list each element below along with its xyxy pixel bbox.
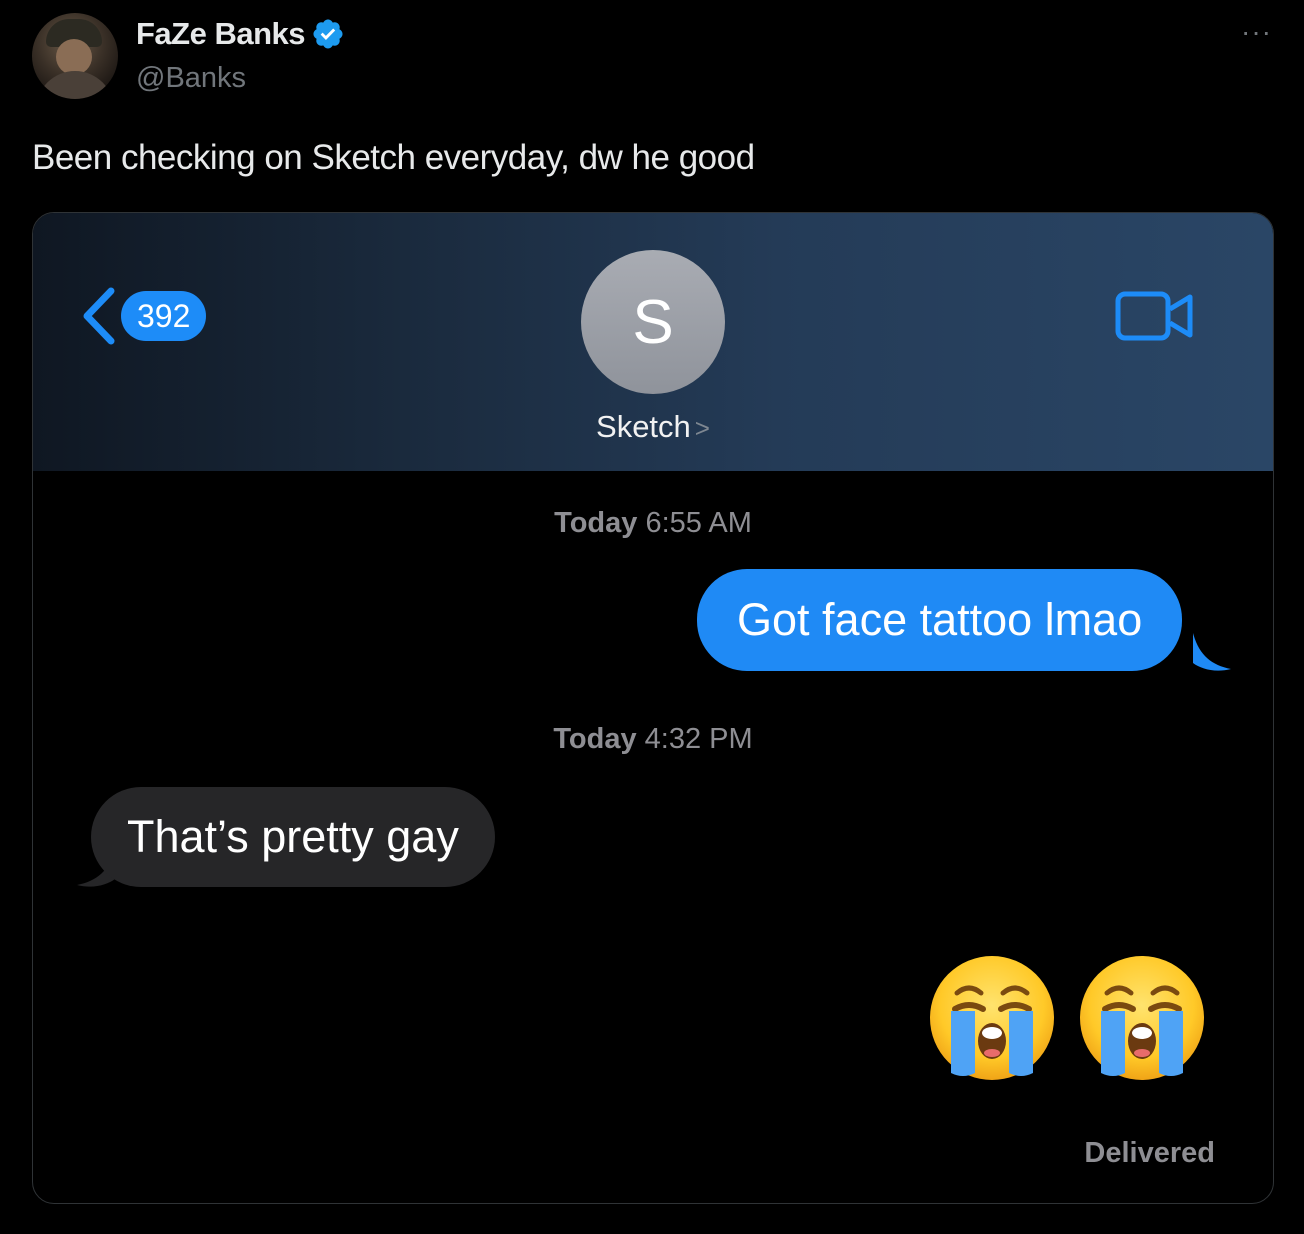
messages-header: 392 S Sketch >	[33, 213, 1273, 471]
loudly-crying-face-emoji	[1080, 956, 1204, 1080]
chevron-left-icon	[83, 287, 115, 345]
verified-badge-icon	[313, 19, 343, 49]
delivery-status: Delivered	[1084, 1137, 1215, 1169]
sent-message-bubble[interactable]: Got face tattoo lmao	[697, 569, 1183, 671]
message-timestamp: Today 4:32 PM	[33, 723, 1273, 756]
timestamp-day: Today	[553, 723, 637, 755]
back-button[interactable]: 392	[79, 285, 207, 347]
tweet-text: Been checking on Sketch everyday, dw he …	[32, 138, 755, 177]
timestamp-time: 4:32 PM	[644, 723, 753, 755]
sent-bubble-tail	[1193, 633, 1231, 671]
contact-avatar[interactable]: S	[581, 250, 725, 394]
timestamp-day: Today	[554, 507, 638, 539]
contact-name-text: Sketch	[596, 409, 691, 444]
contact-name[interactable]: Sketch >	[33, 409, 1273, 445]
more-icon[interactable]: ···	[1241, 18, 1272, 46]
display-name-text[interactable]: FaZe Banks	[136, 16, 306, 52]
user-handle[interactable]: @Banks	[136, 62, 246, 95]
profile-avatar[interactable]	[32, 13, 118, 99]
received-message-bubble[interactable]: That’s pretty gay	[91, 787, 495, 887]
loudly-crying-face-emoji	[930, 956, 1054, 1080]
emoji-message[interactable]	[927, 953, 1207, 1083]
attached-image[interactable]: 392 S Sketch > Today 6:55 AM Got face tat…	[32, 212, 1274, 1204]
message-timestamp: Today 6:55 AM	[33, 507, 1273, 540]
unread-count-badge: 392	[121, 291, 207, 341]
timestamp-time: 6:55 AM	[645, 507, 752, 539]
chevron-right-icon: >	[694, 413, 710, 443]
video-call-icon[interactable]	[1115, 289, 1195, 343]
display-name[interactable]: FaZe Banks	[136, 16, 345, 52]
